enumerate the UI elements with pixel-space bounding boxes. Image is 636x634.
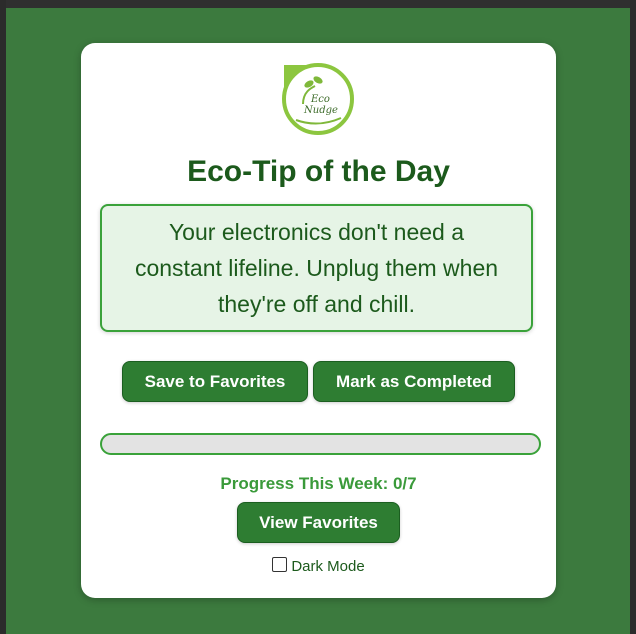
browser-top-strip: [0, 0, 636, 8]
tip-text: Your electronics don't need a constant l…: [134, 219, 499, 317]
logo-text-line1: Eco: [310, 94, 330, 105]
save-to-favorites-button[interactable]: Save to Favorites: [122, 361, 308, 402]
progress-bar: [100, 433, 541, 455]
view-favorites-button[interactable]: View Favorites: [237, 502, 400, 543]
right-edge: [630, 0, 636, 634]
tip-box: Your electronics don't need a constant l…: [100, 204, 533, 332]
progress-label: Progress This Week: 0/7: [220, 474, 417, 493]
page-title: Eco-Tip of the Day: [187, 155, 450, 188]
dark-mode-checkbox[interactable]: [272, 557, 288, 572]
eco-tip-card: Eco Nudge Eco-Tip of the Day Your electr…: [81, 43, 556, 598]
logo-text-line2: Nudge: [303, 105, 338, 116]
mark-as-completed-button[interactable]: Mark as Completed: [313, 361, 515, 402]
dark-mode-toggle[interactable]: Dark Mode: [81, 557, 556, 575]
eco-nudge-logo: Eco Nudge: [281, 62, 356, 137]
dark-mode-label: Dark Mode: [291, 558, 365, 575]
eco-nudge-logo-icon: Eco Nudge: [282, 63, 354, 135]
